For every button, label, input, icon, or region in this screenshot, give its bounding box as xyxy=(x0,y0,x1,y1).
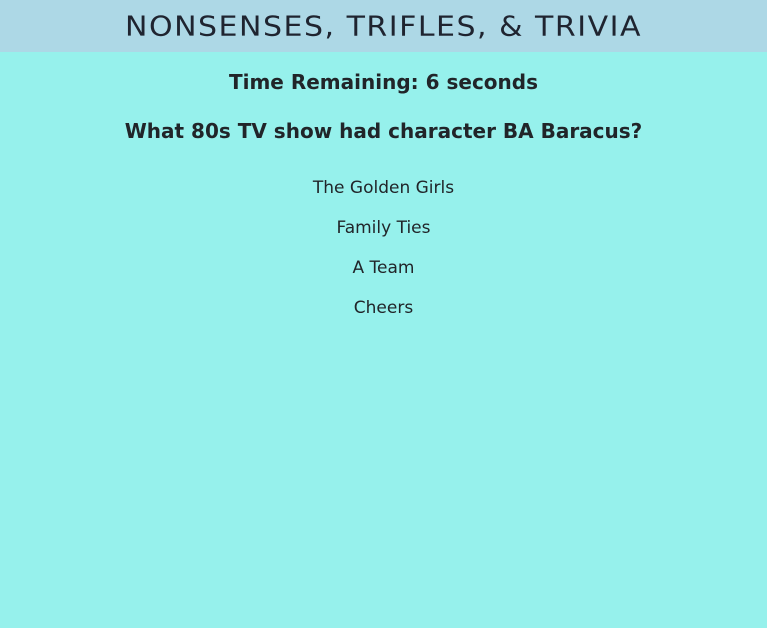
time-remaining: Time Remaining: 6 seconds xyxy=(228,70,539,94)
question-text: What 80s TV show had character BA Baracu… xyxy=(124,119,643,143)
answer-label[interactable]: A Team xyxy=(349,258,419,278)
answer-option[interactable]: A Team xyxy=(0,256,767,296)
answer-option[interactable]: The Golden Girls xyxy=(0,176,767,216)
site-header: NONSENSES, TRIFLES, & TRIVIA xyxy=(0,0,767,52)
answer-option[interactable]: Family Ties xyxy=(0,216,767,256)
answer-label[interactable]: Family Ties xyxy=(332,218,434,238)
answer-list: The Golden Girls Family Ties A Team Chee… xyxy=(0,176,767,336)
answer-option[interactable]: Cheers xyxy=(0,296,767,336)
answer-label[interactable]: Cheers xyxy=(350,298,417,318)
answer-label[interactable]: The Golden Girls xyxy=(309,178,458,198)
site-title: NONSENSES, TRIFLES, & TRIVIA xyxy=(125,10,642,43)
